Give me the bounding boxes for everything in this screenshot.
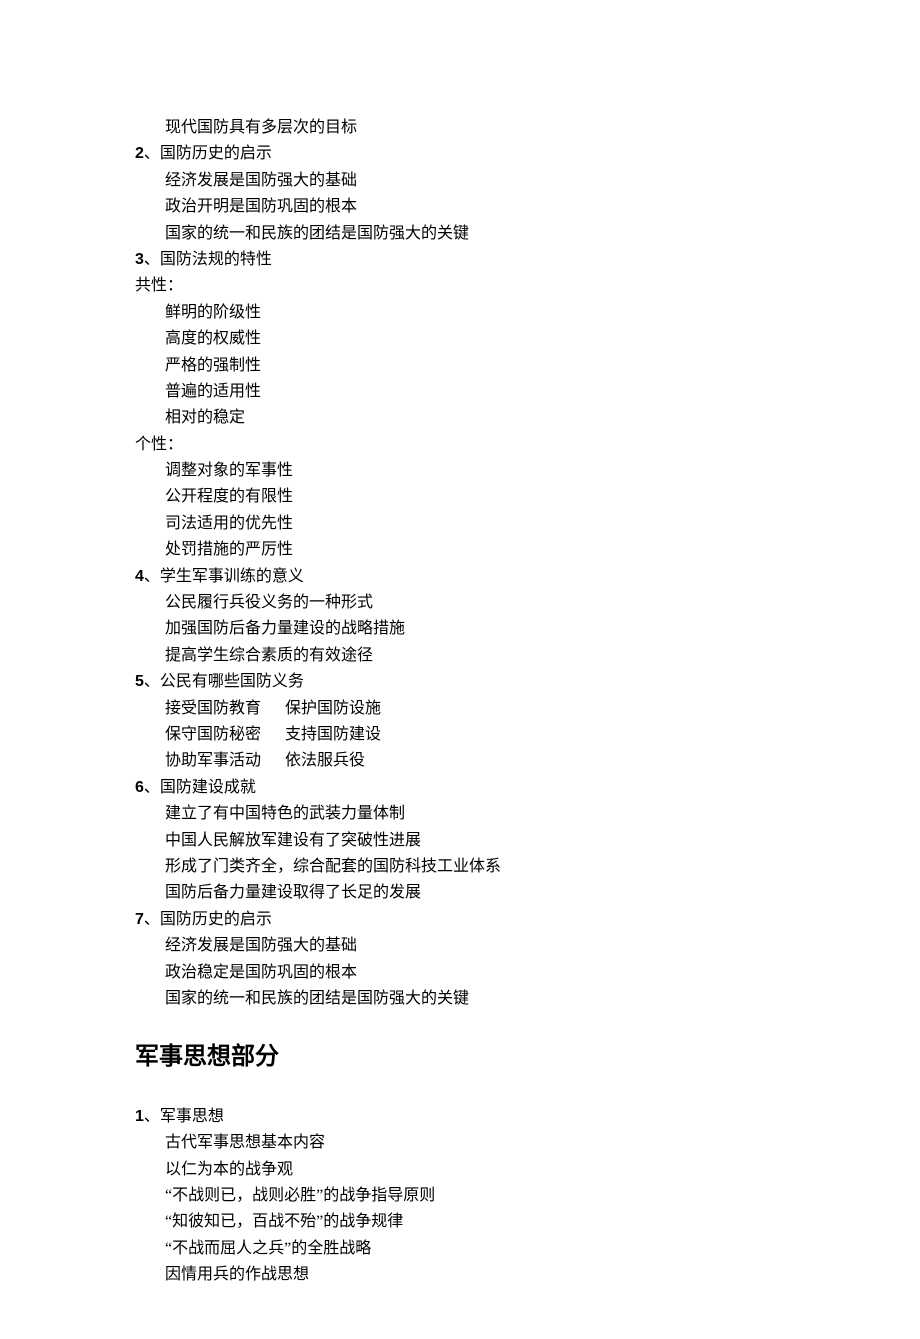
body-text: 公民履行兵役义务的一种形式	[135, 590, 785, 616]
body-text: 建立了有中国特色的武装力量体制	[135, 801, 785, 827]
body-text: “不战则已，战则必胜”的战争指导原则	[135, 1183, 785, 1209]
numbered-heading: 3、国防法规的特性	[135, 247, 785, 273]
body-text: 加强国防后备力量建设的战略措施	[135, 616, 785, 642]
numbered-heading: 4、学生军事训练的意义	[135, 564, 785, 590]
section-heading: 军事思想部分	[135, 1038, 785, 1078]
body-text: 公开程度的有限性	[135, 484, 785, 510]
document-page: 现代国防具有多层次的目标 2、国防历史的启示 经济发展是国防强大的基础 政治开明…	[0, 0, 920, 1339]
heading-number: 4	[135, 568, 144, 585]
heading-text: 、学生军事训练的意义	[144, 568, 304, 585]
body-text: 古代军事思想基本内容	[135, 1130, 785, 1156]
body-text: 经济发展是国防强大的基础	[135, 168, 785, 194]
body-text: 鲜明的阶级性	[135, 300, 785, 326]
body-text: 经济发展是国防强大的基础	[135, 933, 785, 959]
body-text: “不战而屈人之兵”的全胜战略	[135, 1236, 785, 1262]
heading-number: 6	[135, 779, 144, 796]
numbered-heading: 2、国防历史的启示	[135, 141, 785, 167]
pair-left: 协助军事活动	[165, 748, 285, 774]
pair-right: 依法服兵役	[285, 748, 365, 774]
body-text: 相对的稳定	[135, 405, 785, 431]
subheading: 个性：	[135, 432, 785, 458]
body-text: 形成了门类齐全，综合配套的国防科技工业体系	[135, 854, 785, 880]
body-text: 国家的统一和民族的团结是国防强大的关键	[135, 221, 785, 247]
body-text: 普遍的适用性	[135, 379, 785, 405]
heading-text: 、军事思想	[144, 1108, 224, 1125]
heading-text: 、国防建设成就	[144, 779, 256, 796]
body-text: 以仁为本的战争观	[135, 1157, 785, 1183]
heading-text: 、国防历史的启示	[144, 911, 272, 928]
body-text: 处罚措施的严厉性	[135, 537, 785, 563]
body-text: 国防后备力量建设取得了长足的发展	[135, 880, 785, 906]
pair-row: 保守国防秘密支持国防建设	[135, 722, 785, 748]
pair-left: 保守国防秘密	[165, 722, 285, 748]
body-text: 中国人民解放军建设有了突破性进展	[135, 828, 785, 854]
body-text: 政治开明是国防巩固的根本	[135, 194, 785, 220]
numbered-heading: 5、公民有哪些国防义务	[135, 669, 785, 695]
body-text: 国家的统一和民族的团结是国防强大的关键	[135, 986, 785, 1012]
body-text: 现代国防具有多层次的目标	[135, 115, 785, 141]
heading-number: 5	[135, 673, 144, 690]
heading-text: 、公民有哪些国防义务	[144, 673, 304, 690]
body-text: 因情用兵的作战思想	[135, 1262, 785, 1288]
pair-right: 支持国防建设	[285, 722, 381, 748]
body-text: 提高学生综合素质的有效途径	[135, 643, 785, 669]
numbered-heading: 6、国防建设成就	[135, 775, 785, 801]
body-text: 严格的强制性	[135, 353, 785, 379]
heading-text: 、国防法规的特性	[144, 251, 272, 268]
pair-row: 协助军事活动依法服兵役	[135, 748, 785, 774]
heading-text: 、国防历史的启示	[144, 145, 272, 162]
heading-number: 2	[135, 145, 144, 162]
body-text: 调整对象的军事性	[135, 458, 785, 484]
pair-left: 接受国防教育	[165, 696, 285, 722]
pair-right: 保护国防设施	[285, 696, 381, 722]
numbered-heading: 1、军事思想	[135, 1104, 785, 1130]
pair-row: 接受国防教育保护国防设施	[135, 696, 785, 722]
numbered-heading: 7、国防历史的启示	[135, 907, 785, 933]
body-text: 司法适用的优先性	[135, 511, 785, 537]
body-text: 高度的权威性	[135, 326, 785, 352]
heading-number: 1	[135, 1108, 144, 1125]
subheading: 共性：	[135, 273, 785, 299]
heading-number: 7	[135, 911, 144, 928]
body-text: 政治稳定是国防巩固的根本	[135, 960, 785, 986]
heading-number: 3	[135, 251, 144, 268]
body-text: “知彼知已，百战不殆”的战争规律	[135, 1209, 785, 1235]
